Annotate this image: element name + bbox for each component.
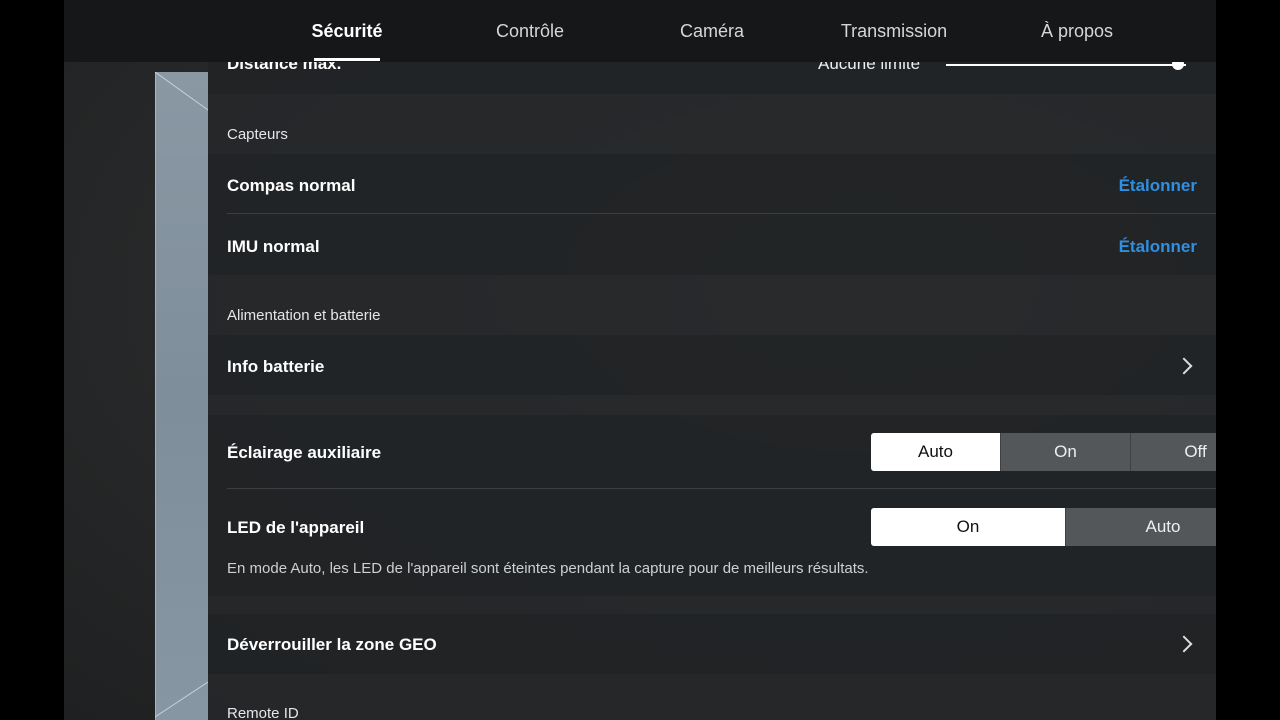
tab-transmission[interactable]: Transmission: [829, 0, 959, 62]
tab-camera[interactable]: Caméra: [662, 0, 762, 62]
aux-light-option-on[interactable]: On: [1000, 433, 1130, 471]
tab-controle[interactable]: Contrôle: [480, 0, 580, 62]
map-lines: [155, 72, 208, 720]
imu-calibrate-link[interactable]: Étalonner: [1119, 237, 1197, 257]
device-led-option-on[interactable]: On: [871, 508, 1065, 546]
distance-slider[interactable]: [208, 62, 1216, 74]
distance-slider-knob[interactable]: [1172, 62, 1184, 70]
battery-info-label: Info batterie: [227, 357, 325, 376]
lighting-group: Éclairage auxiliaire Auto On Off LED de …: [208, 415, 1216, 596]
divider: [227, 488, 1216, 489]
sensors-group: Compas normal Étalonner IMU normal Étalo…: [208, 154, 1216, 275]
divider: [227, 213, 1216, 214]
mini-map[interactable]: [155, 72, 208, 720]
app-screen: Sécurité Contrôle Caméra Transmission À …: [64, 0, 1216, 720]
imu-status-label: IMU normal: [227, 237, 320, 256]
section-title-alimentation: Alimentation et batterie: [227, 307, 381, 324]
settings-tab-bar: Sécurité Contrôle Caméra Transmission À …: [64, 0, 1216, 62]
compass-calibrate-link[interactable]: Étalonner: [1119, 176, 1197, 196]
section-title-remote-id: Remote ID: [227, 705, 299, 720]
geo-unlock-row[interactable]: Déverrouiller la zone GEO: [208, 614, 1216, 674]
geo-unlock-label: Déverrouiller la zone GEO: [227, 635, 437, 654]
tab-securite[interactable]: Sécurité: [297, 0, 397, 62]
device-led-option-auto[interactable]: Auto: [1065, 508, 1216, 546]
device-led-note: En mode Auto, les LED de l'appareil sont…: [227, 560, 869, 577]
device-led-segmented-control[interactable]: On Auto: [871, 508, 1216, 546]
compass-status-label: Compas normal: [227, 176, 356, 195]
device-led-label: LED de l'appareil: [227, 518, 365, 537]
battery-info-row[interactable]: Info batterie: [208, 335, 1216, 395]
aux-light-label: Éclairage auxiliaire: [227, 443, 382, 462]
section-title-capteurs: Capteurs: [227, 126, 288, 143]
distance-max-row: Distance max. Aucune limite: [208, 62, 1216, 94]
aux-light-option-auto[interactable]: Auto: [871, 433, 1000, 471]
active-tab-indicator: [314, 58, 380, 61]
chevron-right-icon: [1175, 635, 1193, 653]
aux-light-option-off[interactable]: Off: [1130, 433, 1216, 471]
distance-slider-track: [946, 64, 1186, 66]
tab-a-propos[interactable]: À propos: [1027, 0, 1127, 62]
safety-settings-panel[interactable]: Distance max. Aucune limite Capteurs Com…: [208, 62, 1216, 720]
aux-light-segmented-control[interactable]: Auto On Off: [871, 433, 1216, 471]
chevron-right-icon: [1175, 357, 1193, 375]
